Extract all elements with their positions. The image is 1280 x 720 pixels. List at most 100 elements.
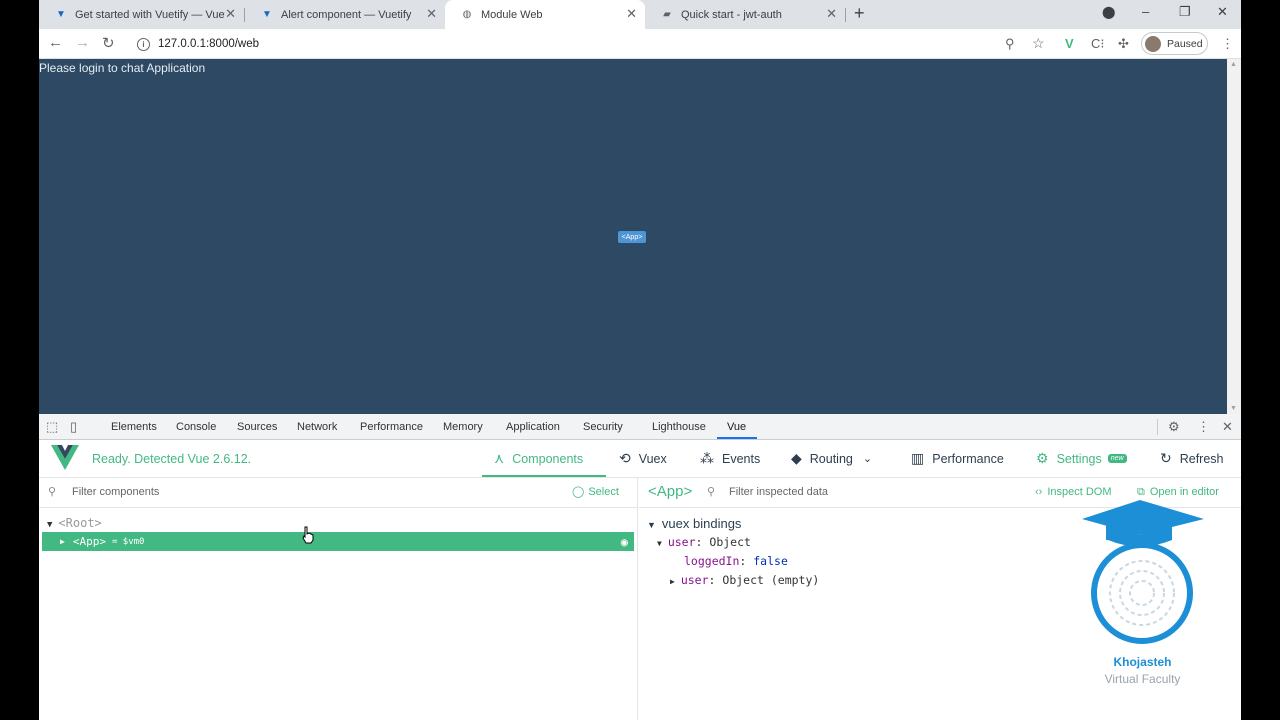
collapse-arrow-icon[interactable]: ▶: [60, 537, 65, 546]
page-scrollbar[interactable]: ▲ ▼: [1227, 59, 1241, 414]
devtools-tab-lighthouse[interactable]: Lighthouse: [652, 421, 706, 433]
select-component-button[interactable]: ◯ Select: [572, 485, 619, 498]
graduation-cap-icon: [1082, 500, 1204, 644]
menu-kebab-icon[interactable]: ⋮: [1221, 36, 1234, 52]
close-icon[interactable]: ✕: [225, 6, 236, 22]
login-message: Please login to chat Application: [39, 61, 206, 75]
devtools-tab-console[interactable]: Console: [176, 421, 216, 433]
devtools-tab-application[interactable]: Application: [506, 421, 560, 433]
devtools-tab-performance[interactable]: Performance: [360, 421, 423, 433]
bookmark-star-icon[interactable]: ☆: [1032, 35, 1045, 52]
prop-value: Object (empty): [722, 573, 820, 587]
browser-toolbar: ← → ↻ i 127.0.0.1:8000/web ⚲ ☆ V C⁝ ✣ Pa…: [39, 29, 1241, 59]
minimize-icon[interactable]: –: [1142, 4, 1149, 19]
book-icon: ▰: [663, 9, 671, 20]
watermark-name: Khojasteh: [1113, 655, 1172, 669]
tab-title: Module Web: [481, 8, 543, 21]
components-active-indicator: [482, 475, 606, 477]
devtools-tab-security[interactable]: Security: [583, 421, 623, 433]
devtools-tab-elements[interactable]: Elements: [111, 421, 157, 433]
search-icon: ⚲: [48, 486, 57, 498]
prop-key: user: [680, 573, 709, 587]
tab-module-web[interactable]: ◍ Module Web ✕: [445, 0, 645, 29]
tab-alert-component[interactable]: ▼ Alert component — Vuetify ✕: [245, 0, 445, 29]
tree-node-app[interactable]: ▶ <App> = $vm0 ◉: [42, 532, 634, 551]
expand-arrow-icon[interactable]: ▼: [647, 520, 656, 530]
vue-logo-icon: [51, 445, 79, 470]
profile-button[interactable]: Paused: [1141, 32, 1208, 55]
nav-components[interactable]: ⋏ Components: [494, 450, 583, 467]
nav-routing-label: Routing: [809, 451, 853, 466]
devtools-close-icon[interactable]: ✕: [1222, 419, 1233, 435]
nav-performance[interactable]: ▥ Performance: [911, 450, 1004, 467]
components-icon: ⋏: [494, 450, 505, 466]
new-tab-button[interactable]: +: [854, 3, 865, 24]
events-icon: ⁂: [700, 450, 714, 466]
extension-c-icon[interactable]: C⁝: [1091, 36, 1105, 52]
devtools-tab-vue[interactable]: Vue: [727, 421, 746, 433]
devtools-menu-icon[interactable]: ⋮: [1197, 419, 1210, 435]
expand-arrow-icon[interactable]: ▼: [47, 520, 52, 530]
app-tag-label: <App>: [72, 535, 106, 548]
tab-title: Alert component — Vuetify: [281, 8, 412, 21]
close-icon[interactable]: ✕: [626, 6, 637, 22]
watermark-logo: Khojasteh Virtual Faculty: [1040, 495, 1208, 695]
restore-icon[interactable]: ❐: [1179, 4, 1191, 20]
tab-strip: ▼ Get started with Vuetify — Vuetify ✕ ▼…: [39, 0, 1241, 29]
close-icon[interactable]: ✕: [826, 6, 837, 22]
scroll-down-icon[interactable]: ▼: [1230, 405, 1237, 412]
inspected-component-tag: <App>: [648, 483, 693, 500]
chevron-down-icon: ⌄: [862, 453, 873, 465]
binding-logged-in[interactable]: loggedIn: false: [684, 554, 788, 568]
target-icon: ◯: [572, 486, 585, 498]
filter-inspected-data-input[interactable]: Filter inspected data: [729, 486, 828, 498]
device-toolbar-icon[interactable]: ▯: [70, 419, 77, 435]
settings-icon: ⚙: [1036, 450, 1049, 466]
nav-vuex[interactable]: ⟲ Vuex: [619, 450, 667, 467]
active-tab-indicator: [717, 437, 757, 439]
address-bar[interactable]: i 127.0.0.1:8000/web: [127, 32, 1065, 56]
nav-settings[interactable]: ⚙ Settings new: [1036, 450, 1127, 467]
collapse-arrow-icon[interactable]: ▶: [670, 577, 675, 586]
vue-devtools-extension-icon[interactable]: V: [1065, 36, 1074, 51]
eye-icon[interactable]: ◉: [621, 535, 628, 549]
toolbar-divider: [1157, 419, 1158, 435]
reload-icon[interactable]: ↻: [102, 34, 115, 52]
nav-events[interactable]: ⁂ Events: [700, 450, 760, 467]
filter-components-input[interactable]: Filter components: [72, 486, 159, 498]
nav-settings-label: Settings: [1056, 451, 1102, 466]
select-label: Select: [588, 486, 619, 498]
tab-search-icon[interactable]: ⬤: [1102, 5, 1115, 19]
vue-detected-status: Ready. Detected Vue 2.6.12.: [92, 452, 252, 466]
nav-refresh-label: Refresh: [1179, 451, 1224, 466]
expand-arrow-icon[interactable]: ▼: [657, 539, 662, 548]
hand-cursor-icon: [302, 526, 314, 544]
nav-routing[interactable]: ◆ Routing ⌄: [791, 450, 872, 467]
vuex-bindings-section[interactable]: ▼ vuex bindings: [647, 516, 741, 531]
devtools-tab-memory[interactable]: Memory: [443, 421, 483, 433]
nav-refresh[interactable]: ↻ Refresh: [1160, 450, 1224, 467]
tree-node-root[interactable]: ▼ <Root>: [47, 516, 102, 530]
binding-user-empty[interactable]: ▶ user: Object (empty): [670, 573, 819, 587]
devtools-tab-network[interactable]: Network: [297, 421, 337, 433]
forward-icon[interactable]: →: [75, 34, 90, 51]
section-title: vuex bindings: [661, 516, 742, 531]
extensions-puzzle-icon[interactable]: ✣: [1118, 36, 1129, 52]
back-icon[interactable]: ←: [48, 34, 63, 51]
vue-devtools-header: Ready. Detected Vue 2.6.12. ⋏ Components…: [39, 440, 1241, 478]
nav-performance-label: Performance: [932, 451, 1004, 466]
tab-vuetify-get-started[interactable]: ▼ Get started with Vuetify — Vuetify ✕: [39, 0, 244, 29]
prop-value: Object: [709, 535, 751, 549]
window-close-icon[interactable]: ✕: [1217, 4, 1228, 20]
zoom-icon[interactable]: ⚲: [1005, 36, 1015, 52]
inspect-element-icon[interactable]: ⬚: [46, 419, 58, 435]
close-icon[interactable]: ✕: [426, 6, 437, 22]
devtools-tab-sources[interactable]: Sources: [237, 421, 277, 433]
scroll-up-icon[interactable]: ▲: [1230, 61, 1237, 68]
binding-user-object[interactable]: ▼ user: Object: [657, 535, 751, 549]
settings-gear-icon[interactable]: ⚙: [1168, 419, 1180, 435]
info-icon[interactable]: i: [137, 37, 150, 51]
vuetify-favicon-icon: ▼: [262, 9, 272, 20]
root-tag-label: <Root>: [58, 516, 102, 530]
tab-jwt-auth[interactable]: ▰ Quick start - jwt-auth ✕: [645, 0, 845, 29]
